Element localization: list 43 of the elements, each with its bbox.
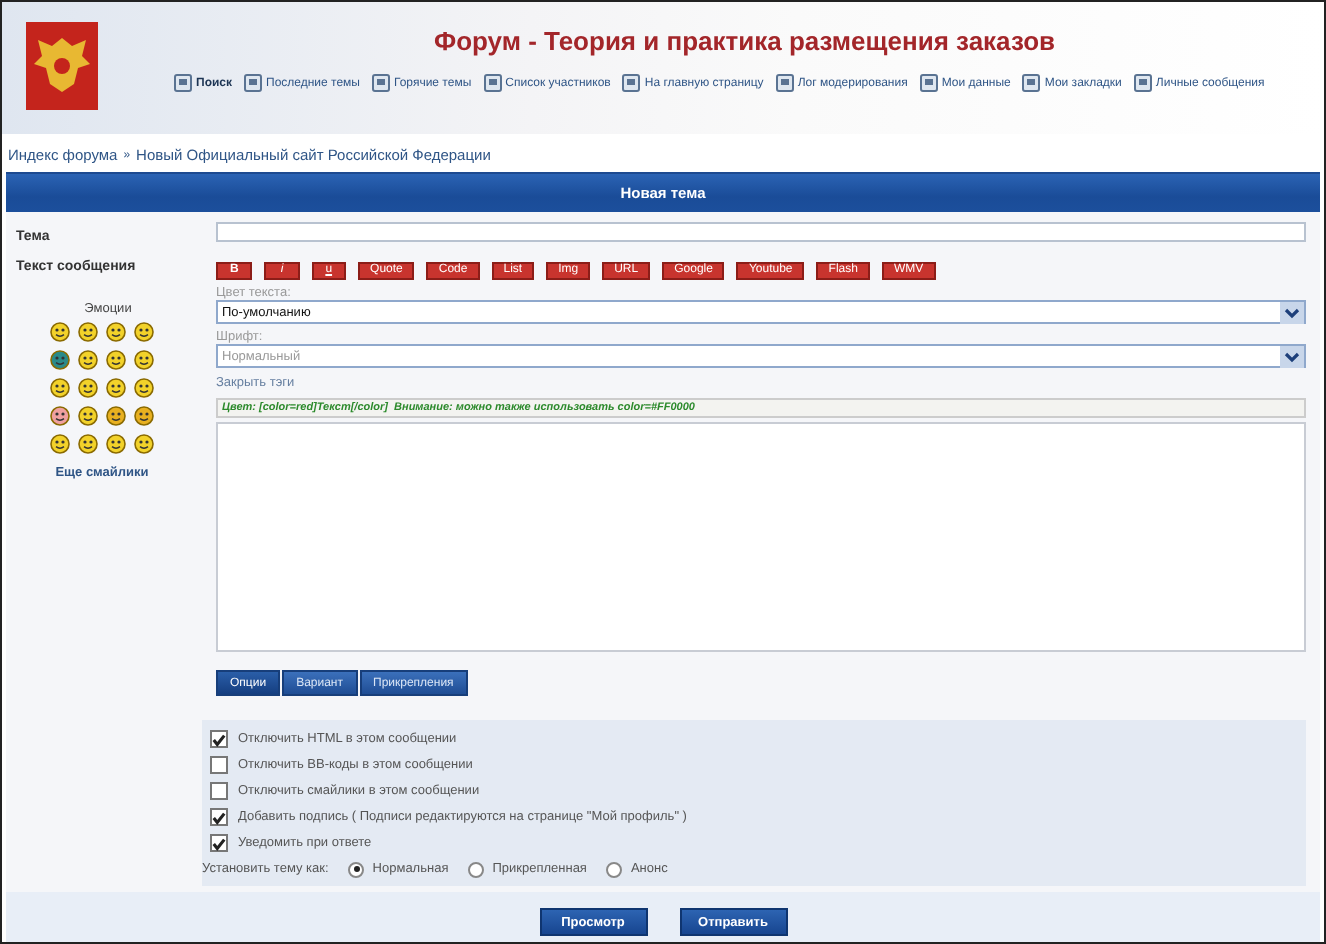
smiley-icon[interactable] [50,406,70,426]
page-icon [483,74,502,92]
smiley-icon[interactable] [50,322,70,342]
checkbox[interactable] [210,808,228,826]
smiley-icon[interactable] [106,406,126,426]
smiley-icon[interactable] [134,322,154,342]
check-icon [212,731,226,747]
checkbox[interactable] [210,834,228,852]
smiley-icon[interactable] [50,350,70,370]
checkbox[interactable] [210,730,228,748]
page-icon [244,74,263,92]
radio-button[interactable] [468,861,485,877]
smiley-icon[interactable] [134,350,154,370]
checkbox[interactable] [210,756,228,774]
smiley-icon[interactable] [134,378,154,398]
smiley-icon[interactable] [78,378,98,398]
page-icon [775,74,794,92]
page-icon [919,74,938,92]
smiley-icon[interactable] [78,434,98,454]
smiley-icon[interactable] [50,378,70,398]
subject-input[interactable] [216,222,1306,242]
smiley-icon[interactable] [78,350,98,370]
crest-icon [26,22,98,110]
smiley-icon[interactable] [78,406,98,426]
smiley-icon[interactable] [78,322,98,342]
site-title: Форум - Теория и практика размещения заказов [434,26,1056,56]
smiley-icon[interactable] [106,350,126,370]
page-icon [174,74,192,92]
smiley-icon[interactable] [106,322,126,342]
dropdown-arrow-icon [1280,301,1304,323]
radio-button[interactable] [606,861,623,877]
radio-button[interactable] [348,861,365,877]
smiley-icon[interactable] [134,406,154,426]
page-icon [622,74,641,92]
page-icon [1133,74,1152,92]
smiley-icon[interactable] [50,434,70,454]
page-icon [1022,74,1041,92]
dropdown-arrow-icon [1280,345,1304,367]
smiley-icon[interactable] [134,434,154,454]
checkbox[interactable] [210,782,228,800]
smiley-icon[interactable] [106,378,126,398]
page-icon [372,74,390,92]
smiley-icon[interactable] [106,434,126,454]
